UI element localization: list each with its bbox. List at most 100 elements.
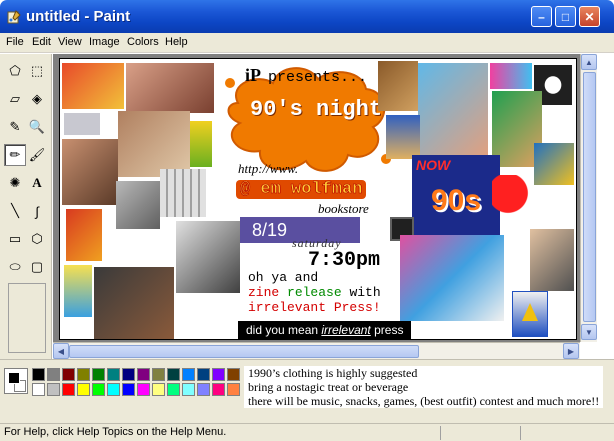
message-line: 1990’s clothing is highly suggested [248, 366, 418, 380]
color-swatch[interactable] [212, 368, 225, 381]
drawing-canvas[interactable]: iP presents... 90's night http://www. @ … [59, 58, 577, 340]
color-swatch[interactable] [62, 368, 75, 381]
color-swatch[interactable] [62, 383, 75, 396]
tool-options-box[interactable] [8, 283, 46, 353]
select-icon: ⬚ [30, 63, 44, 78]
eraser-icon: ▱ [10, 91, 20, 106]
status-cell-size [520, 426, 521, 440]
tool-curve[interactable]: ∫ [26, 200, 48, 222]
event-title: 90's night [250, 97, 383, 122]
tool-free-form-select[interactable]: ⬠ [4, 60, 26, 82]
tool-airbrush[interactable]: ✺ [4, 172, 26, 194]
color-swatch[interactable] [32, 383, 45, 396]
horizontal-scrollbar[interactable]: ◀ ▶ [53, 342, 580, 359]
color-swatch[interactable] [227, 383, 240, 396]
pencil-icon: ✏ [9, 147, 21, 162]
menu-view[interactable]: View [58, 36, 82, 48]
color-swatch[interactable] [47, 368, 60, 381]
color-swatch[interactable] [47, 383, 60, 396]
collage-sitcom-photo [386, 115, 420, 159]
color-swatch[interactable] [107, 368, 120, 381]
color-swatch[interactable] [197, 383, 210, 396]
tool-polygon[interactable]: ⬡ [26, 228, 48, 250]
color-swatch[interactable] [32, 368, 45, 381]
menu-help[interactable]: Help [165, 36, 188, 48]
color-swatch[interactable] [227, 368, 240, 381]
maximize-button[interactable]: □ [555, 6, 576, 27]
toolbox: ⬠ ⬚ ▱ ◈ ✎ 🔍 ✏ 🖌 ✺ A ╲ ∫ ▭ ⬡ ⬭ ▢ [0, 54, 52, 367]
collage-actress-photo [62, 139, 118, 205]
scroll-down-icon: ▼ [585, 327, 593, 337]
event-message: 1990’s clothing is highly suggested brin… [244, 366, 604, 408]
rounded-rectangle-icon: ▢ [30, 259, 44, 274]
color-swatch[interactable] [152, 383, 165, 396]
color-swatch[interactable] [122, 383, 135, 396]
tool-rounded-rectangle[interactable]: ▢ [26, 256, 48, 278]
close-button[interactable]: ✕ [579, 6, 600, 27]
collage-kids-photo [400, 235, 504, 321]
horizontal-scroll-thumb[interactable] [69, 345, 419, 358]
color-swatch[interactable] [92, 383, 105, 396]
color-swatch[interactable] [107, 383, 120, 396]
maximize-icon: □ [561, 9, 570, 24]
color-swatch[interactable] [197, 368, 210, 381]
color-swatch[interactable] [182, 383, 195, 396]
menu-image[interactable]: Image [89, 36, 120, 48]
foreground-color[interactable] [8, 372, 20, 384]
scroll-left-button[interactable]: ◀ [53, 343, 69, 359]
color-swatch[interactable] [92, 368, 105, 381]
menu-colors[interactable]: Colors [127, 36, 159, 48]
tool-fill[interactable]: ◈ [26, 88, 48, 110]
color-swatch[interactable] [122, 368, 135, 381]
tool-text[interactable]: A [26, 172, 48, 194]
ip-logo: iP [245, 65, 261, 85]
rectangle-icon: ▭ [8, 231, 22, 246]
curve-icon: ∫ [35, 203, 39, 219]
scroll-right-button[interactable]: ▶ [563, 343, 579, 359]
minimize-button[interactable]: – [531, 6, 552, 27]
title-bar[interactable]: untitled - Paint – □ ✕ [0, 0, 614, 33]
current-colors[interactable] [4, 368, 28, 394]
with-word: with [349, 285, 381, 300]
tool-magnifier[interactable]: 🔍 [26, 116, 48, 138]
tool-select[interactable]: ⬚ [26, 60, 48, 82]
line-icon: ╲ [11, 203, 19, 218]
color-swatch[interactable] [137, 368, 150, 381]
color-palette-area: 1990’s clothing is highly suggested brin… [0, 359, 614, 423]
tool-pencil[interactable]: ✏ [4, 144, 26, 166]
scroll-up-icon: ▲ [585, 57, 593, 67]
free-form-select-icon: ⬠ [9, 63, 21, 78]
color-swatch[interactable] [167, 383, 180, 396]
collage-toys-photo [490, 63, 532, 89]
vertical-scrollbar[interactable]: ▲ ▼ [580, 54, 597, 342]
tool-eraser[interactable]: ▱ [4, 88, 26, 110]
menu-file[interactable]: File [6, 36, 24, 48]
zine-line-1: oh ya and [248, 270, 319, 285]
did-you-mean-word: irrelevant [321, 323, 371, 337]
color-swatch[interactable] [182, 368, 195, 381]
polygon-icon: ⬡ [31, 231, 43, 246]
tool-line[interactable]: ╲ [4, 200, 26, 222]
scroll-right-icon: ▶ [567, 346, 575, 356]
collage-singer-photo [418, 63, 488, 155]
color-swatch[interactable] [167, 368, 180, 381]
color-swatch[interactable] [152, 368, 165, 381]
vertical-scroll-thumb[interactable] [583, 72, 596, 322]
scroll-up-button[interactable]: ▲ [581, 54, 597, 70]
did-you-mean-banner: did you mean irrelevant press [238, 321, 412, 339]
menu-edit[interactable]: Edit [32, 36, 51, 48]
tool-rectangle[interactable]: ▭ [4, 228, 26, 250]
collage-book-photo [66, 209, 102, 261]
minimize-icon: – [538, 9, 545, 24]
tool-pick-color[interactable]: ✎ [4, 116, 26, 138]
color-swatch[interactable] [77, 368, 90, 381]
scroll-down-button[interactable]: ▼ [581, 324, 597, 340]
tool-ellipse[interactable]: ⬭ [4, 256, 26, 278]
collage-portrait-photo [126, 63, 214, 113]
color-swatch[interactable] [77, 383, 90, 396]
scroll-left-icon: ◀ [57, 346, 65, 356]
color-swatch[interactable] [137, 383, 150, 396]
tool-brush[interactable]: 🖌 [26, 144, 48, 166]
zine-line-3: irrelevant Press! [248, 300, 381, 315]
color-swatch[interactable] [212, 383, 225, 396]
